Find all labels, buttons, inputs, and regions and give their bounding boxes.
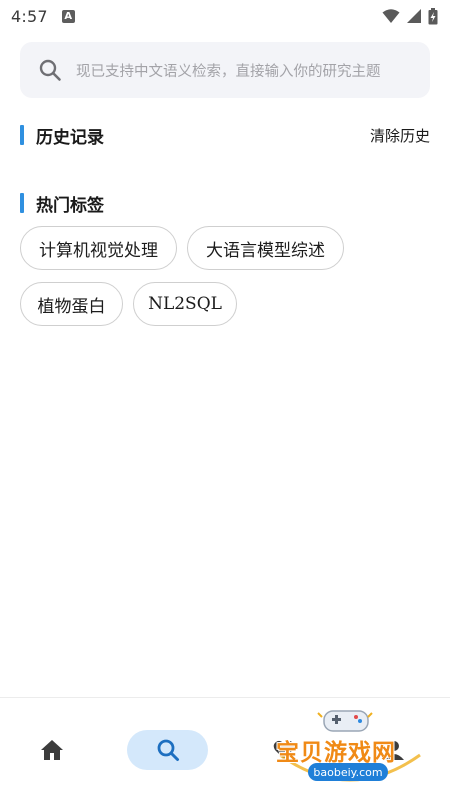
- watermark-title: 宝贝游戏网: [276, 740, 396, 766]
- watermark-logo: 宝贝游戏网 baobeiy.com: [270, 705, 430, 793]
- section-accent-bar: [20, 125, 24, 145]
- status-icons: [382, 7, 438, 25]
- wifi-icon: [382, 9, 400, 23]
- nav-search-button[interactable]: [127, 730, 208, 770]
- clear-history-button[interactable]: 清除历史: [370, 125, 430, 146]
- search-icon: [157, 739, 179, 761]
- search-input[interactable]: 现已支持中文语义检索，直接输入你的研究主题: [20, 42, 430, 98]
- home-icon: [41, 740, 63, 760]
- section-accent-bar: [20, 193, 24, 213]
- search-placeholder: 现已支持中文语义检索，直接输入你的研究主题: [76, 63, 381, 80]
- battery-icon: [428, 7, 438, 24]
- tag-chip[interactable]: NL2SQL: [133, 282, 237, 326]
- watermark-url: baobeiy.com: [308, 763, 388, 781]
- search-icon: [39, 59, 61, 81]
- cellular-icon: [407, 9, 421, 23]
- history-title: 历史记录: [36, 127, 104, 148]
- nav-home-button[interactable]: [30, 730, 74, 770]
- app-screen: 4:57 A 现已支持中文语义检索，直接输入你的研究主题 历史记录 清除历史 热…: [0, 0, 450, 800]
- status-bar: 4:57 A: [0, 0, 450, 32]
- gamepad-icon: [317, 710, 373, 732]
- hot-tags-title: 热门标签: [36, 195, 104, 216]
- history-section-header: 历史记录 清除历史: [20, 123, 430, 148]
- tag-chip[interactable]: 植物蛋白: [20, 282, 123, 326]
- app-notification-icon: A: [61, 9, 75, 23]
- tag-chip[interactable]: 计算机视觉处理: [20, 226, 177, 270]
- status-time: 4:57: [11, 6, 48, 26]
- hot-tags-section-header: 热门标签: [20, 191, 430, 216]
- tag-chip[interactable]: 大语言模型综述: [187, 226, 344, 270]
